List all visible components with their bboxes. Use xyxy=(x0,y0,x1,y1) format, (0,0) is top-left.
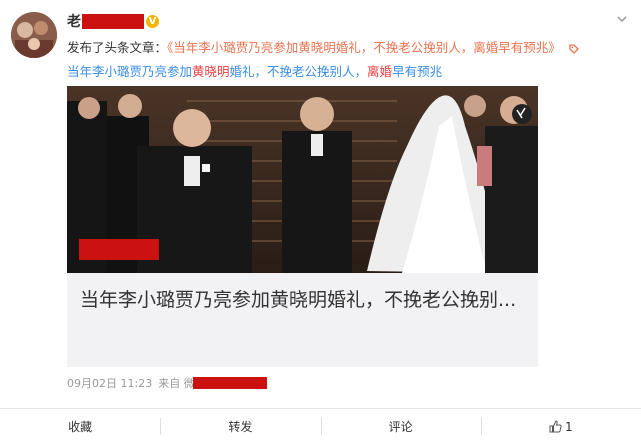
post-source: 来自 微 xyxy=(158,377,195,390)
article-link[interactable]: 《当年李小璐贾乃亮参加黄晓明婚礼，不挽老公挽别人，离婚早有预兆》 xyxy=(167,40,561,55)
post-prefix: 发布了头条文章： xyxy=(67,40,168,55)
comment-label: 评论 xyxy=(388,420,413,434)
user-row: 老 V xyxy=(67,10,159,32)
action-bar: 收藏 转发 评论 1 xyxy=(0,408,641,444)
subtitle-part: 当年李小璐贾乃亮参加 xyxy=(67,64,193,79)
thumbs-up-icon xyxy=(549,420,562,433)
avatar[interactable] xyxy=(11,12,57,58)
article-card[interactable]: 当年李小璐贾乃亮参加黄晓明婚礼，不挽老公挽别... xyxy=(67,86,538,367)
repost-label: 转发 xyxy=(228,420,253,434)
username-redaction xyxy=(82,13,144,29)
post-meta: 09月02日 11:23 来自 微 xyxy=(67,375,273,391)
post-timestamp[interactable]: 09月02日 11:23 xyxy=(67,375,152,391)
repost-button[interactable]: 转发 xyxy=(160,409,320,444)
like-button[interactable]: 1 xyxy=(480,409,641,444)
collect-label: 收藏 xyxy=(68,420,93,434)
post-text: 发布了头条文章：《当年李小璐贾乃亮参加黄晓明婚礼，不挽老公挽别人，离婚早有预兆》 xyxy=(67,37,580,56)
subtitle-part: 早有预兆 xyxy=(392,64,443,79)
image-caption-redaction xyxy=(79,239,159,260)
article-subtitle[interactable]: 当年李小璐贾乃亮参加黄晓明婚礼，不挽老公挽别人，离婚早有预兆 xyxy=(67,61,442,80)
like-count: 1 xyxy=(565,419,573,434)
subtitle-highlight: 离婚 xyxy=(367,64,393,79)
collect-button[interactable]: 收藏 xyxy=(0,409,160,444)
subtitle-highlight: 黄晓明 xyxy=(192,64,230,79)
source-redaction xyxy=(192,377,267,389)
comment-button[interactable]: 评论 xyxy=(320,409,481,444)
username[interactable]: 老 xyxy=(67,11,81,31)
subtitle-part: 婚礼，不挽老公挽别人， xyxy=(229,64,368,79)
chevron-down-icon[interactable] xyxy=(615,12,629,26)
article-card-title[interactable]: 当年李小璐贾乃亮参加黄晓明婚礼，不挽老公挽别... xyxy=(80,286,530,314)
article-link-icon[interactable] xyxy=(568,43,580,55)
verified-badge-icon: V xyxy=(146,14,159,28)
